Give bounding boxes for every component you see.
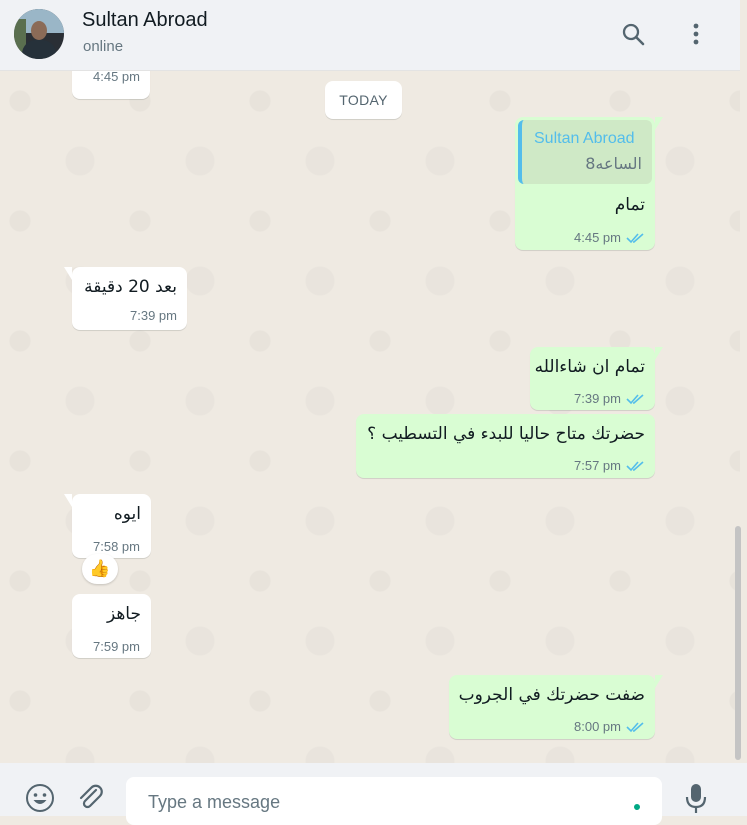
quoted-message[interactable]: Sultan Abroad الساعه8 — [518, 120, 652, 184]
avatar-body — [22, 40, 56, 59]
message-time: 7:39 pm — [574, 391, 621, 406]
search-icon[interactable] — [619, 20, 647, 48]
message-time: 4:45 pm — [93, 71, 140, 84]
attach-icon[interactable] — [74, 781, 108, 815]
message-time: 7:58 pm — [93, 539, 140, 554]
input-status-dot — [634, 804, 640, 810]
quoted-author: Sultan Abroad — [534, 130, 635, 147]
message-text: جاهز — [106, 604, 141, 624]
message-text: تمام — [614, 195, 645, 215]
quoted-text: الساعه8 — [585, 154, 642, 173]
message-bubble-in[interactable]: بعد 20 دقيقة 7:39 pm — [64, 267, 187, 330]
contact-name[interactable]: Sultan Abroad — [82, 9, 208, 32]
message-text: بعد 20 دقيقة — [84, 277, 177, 297]
emoji-icon[interactable] — [23, 781, 57, 815]
read-ticks-icon — [626, 722, 644, 733]
message-time: 7:39 pm — [130, 308, 177, 323]
message-bubble-in[interactable]: جاهز 7:59 pm — [72, 594, 151, 658]
chat-scrollbar[interactable] — [735, 526, 741, 760]
message-bubble-out[interactable]: تمام ان شاءالله 7:39 pm — [530, 347, 663, 410]
avatar-face — [31, 21, 47, 40]
message-bubble-out[interactable]: حضرتك متاح حاليا للبدء في التسطيب ؟ 7:57… — [356, 414, 655, 478]
chat-area[interactable]: 4:45 pm TODAY Sultan Abroad الساعه8 تمام… — [0, 71, 740, 763]
message-time: 4:45 pm — [574, 230, 621, 245]
read-ticks-icon — [626, 461, 644, 472]
message-bubble-out[interactable]: ضفت حضرتك في الجروب 8:00 pm — [449, 675, 663, 739]
message-time: 7:57 pm — [574, 458, 621, 473]
date-separator: TODAY — [325, 81, 402, 119]
message-time: 8:00 pm — [574, 719, 621, 734]
message-composer — [0, 763, 747, 825]
message-text: ضفت حضرتك في الجروب — [458, 685, 645, 705]
message-text: تمام ان شاءالله — [534, 357, 645, 377]
reaction-badge[interactable]: 👍 — [82, 554, 118, 584]
message-bubble-in[interactable]: 4:45 pm — [72, 71, 150, 99]
contact-status: online — [83, 38, 124, 55]
message-bubble-out[interactable]: Sultan Abroad الساعه8 تمام 4:45 pm — [515, 117, 663, 250]
read-ticks-icon — [626, 233, 644, 244]
message-text: ايوه — [113, 504, 141, 524]
message-input-box[interactable] — [126, 777, 662, 825]
menu-icon[interactable] — [682, 20, 710, 48]
message-input[interactable] — [146, 791, 620, 814]
read-ticks-icon — [626, 394, 644, 405]
message-text: حضرتك متاح حاليا للبدء في التسطيب ؟ — [367, 424, 645, 444]
mic-icon[interactable] — [679, 781, 713, 815]
message-time: 7:59 pm — [93, 639, 140, 654]
message-bubble-in[interactable]: ايوه 7:58 pm — [64, 494, 151, 558]
contact-avatar[interactable] — [14, 9, 64, 59]
chat-header: Sultan Abroad online — [0, 0, 740, 71]
